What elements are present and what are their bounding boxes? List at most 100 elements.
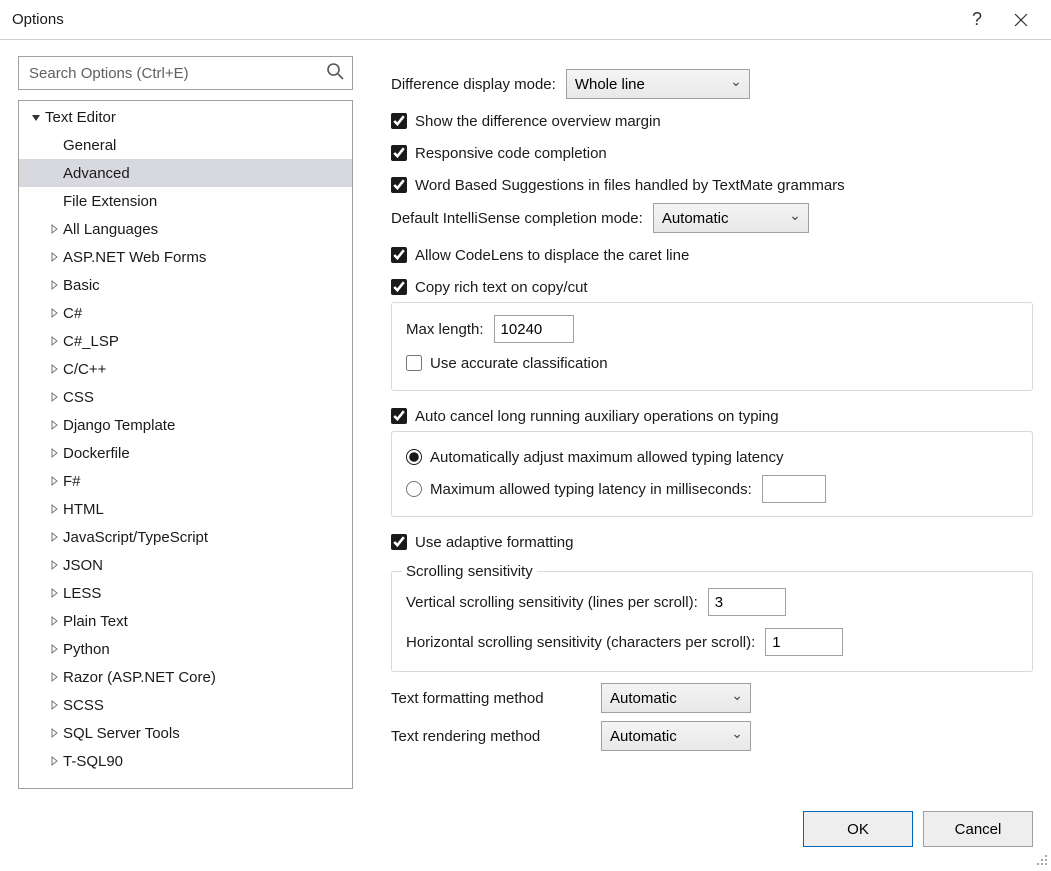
- chevron-right-icon: [47, 644, 61, 654]
- ok-button[interactable]: OK: [803, 811, 913, 847]
- horiz-scroll-label: Horizontal scrolling sensitivity (charac…: [406, 634, 755, 651]
- window-title: Options: [12, 11, 955, 28]
- radio-max-latency[interactable]: Maximum allowed typing latency in millis…: [406, 474, 1022, 504]
- tree-item-label: Basic: [63, 277, 100, 294]
- tree-item-asp-net-web-forms[interactable]: ASP.NET Web Forms: [19, 243, 352, 271]
- text-formatting-select[interactable]: Automatic: [601, 683, 751, 713]
- resize-grip[interactable]: [1033, 851, 1049, 867]
- tree-item-html[interactable]: HTML: [19, 495, 352, 523]
- tree-item-c-c-[interactable]: C/C++: [19, 355, 352, 383]
- tree-item-root[interactable]: Text Editor: [19, 103, 352, 131]
- responsive-completion-input[interactable]: [391, 145, 407, 161]
- max-length-input[interactable]: [494, 315, 574, 343]
- use-accurate-classification-checkbox[interactable]: Use accurate classification: [406, 348, 1022, 378]
- tree-item-razor-asp-net-core-[interactable]: Razor (ASP.NET Core): [19, 663, 352, 691]
- tree-item-javascript-typescript[interactable]: JavaScript/TypeScript: [19, 523, 352, 551]
- responsive-completion-checkbox[interactable]: Responsive code completion: [391, 138, 1033, 168]
- tree-item-dockerfile[interactable]: Dockerfile: [19, 439, 352, 467]
- tree-item-label: C/C++: [63, 361, 106, 378]
- tree-item-f-[interactable]: F#: [19, 467, 352, 495]
- horiz-scroll-input[interactable]: [765, 628, 843, 656]
- allow-codelens-input[interactable]: [391, 247, 407, 263]
- chevron-right-icon: [47, 448, 61, 458]
- tree-item-label: JavaScript/TypeScript: [63, 529, 208, 546]
- tree-item-json[interactable]: JSON: [19, 551, 352, 579]
- show-diff-overview-input[interactable]: [391, 113, 407, 129]
- tree-item-file-extension[interactable]: File Extension: [19, 187, 352, 215]
- tree-item-label: ASP.NET Web Forms: [63, 249, 206, 266]
- chevron-right-icon: [47, 336, 61, 346]
- help-button[interactable]: ?: [955, 0, 999, 40]
- close-button[interactable]: [999, 0, 1043, 40]
- vert-scroll-input[interactable]: [708, 588, 786, 616]
- radio-max-latency-input[interactable]: [406, 481, 422, 497]
- chevron-right-icon: [47, 364, 61, 374]
- tree-item-label: Text Editor: [45, 109, 116, 126]
- tree-item-sql-server-tools[interactable]: SQL Server Tools: [19, 719, 352, 747]
- tree-item-label: General: [63, 137, 116, 154]
- chevron-right-icon: [47, 252, 61, 262]
- search-icon: [326, 62, 344, 84]
- sidebar: Text Editor General Advanced File Extension…: [18, 56, 353, 789]
- tree-item-css[interactable]: CSS: [19, 383, 352, 411]
- options-tree[interactable]: Text Editor General Advanced File Extension…: [18, 100, 353, 789]
- word-based-suggestions-input[interactable]: [391, 177, 407, 193]
- search-input[interactable]: [27, 64, 326, 83]
- copy-rich-text-checkbox[interactable]: Copy rich text on copy/cut: [391, 272, 1033, 302]
- show-diff-overview-checkbox[interactable]: Show the difference overview margin: [391, 106, 1033, 136]
- tree-item-c-lsp[interactable]: C#_LSP: [19, 327, 352, 355]
- text-formatting-row: Text formatting method Automatic: [391, 682, 1033, 714]
- tree-item-label: Dockerfile: [63, 445, 130, 462]
- tree-item-label: Python: [63, 641, 110, 658]
- tree-item-basic[interactable]: Basic: [19, 271, 352, 299]
- tree-item-python[interactable]: Python: [19, 635, 352, 663]
- vert-scroll-label: Vertical scrolling sensitivity (lines pe…: [406, 594, 698, 611]
- allow-codelens-checkbox[interactable]: Allow CodeLens to displace the caret lin…: [391, 240, 1033, 270]
- use-adaptive-formatting-checkbox[interactable]: Use adaptive formatting: [391, 527, 1033, 557]
- radio-auto-latency-input[interactable]: [406, 449, 422, 465]
- tree-item-c-[interactable]: C#: [19, 299, 352, 327]
- tree-item-all-languages[interactable]: All Languages: [19, 215, 352, 243]
- tree-item-label: Django Template: [63, 417, 175, 434]
- tree-item-label: F#: [63, 473, 81, 490]
- content-area: Text Editor General Advanced File Extension…: [0, 40, 1051, 789]
- diff-mode-select[interactable]: Whole line: [566, 69, 750, 99]
- auto-cancel-checkbox[interactable]: Auto cancel long running auxiliary opera…: [391, 401, 1033, 431]
- tree-item-label: Razor (ASP.NET Core): [63, 669, 216, 686]
- copy-rich-text-label: Copy rich text on copy/cut: [415, 279, 588, 296]
- use-accurate-classification-input[interactable]: [406, 355, 422, 371]
- chevron-right-icon: [47, 700, 61, 710]
- settings-panel: Difference display mode: Whole line Show…: [391, 56, 1033, 789]
- dialog-footer: OK Cancel: [0, 789, 1051, 869]
- allow-codelens-label: Allow CodeLens to displace the caret lin…: [415, 247, 689, 264]
- chevron-down-icon: [29, 112, 43, 122]
- chevron-right-icon: [47, 476, 61, 486]
- cancel-button[interactable]: Cancel: [923, 811, 1033, 847]
- intellisense-mode-row: Default IntelliSense completion mode: Au…: [391, 202, 1033, 234]
- use-adaptive-formatting-input[interactable]: [391, 534, 407, 550]
- max-latency-input[interactable]: [762, 475, 826, 503]
- tree-item-label: File Extension: [63, 193, 157, 210]
- tree-item-t-sql90[interactable]: T-SQL90: [19, 747, 352, 775]
- auto-cancel-input[interactable]: [391, 408, 407, 424]
- radio-auto-latency[interactable]: Automatically adjust maximum allowed typ…: [406, 442, 1022, 472]
- chevron-right-icon: [47, 504, 61, 514]
- copy-rich-text-input[interactable]: [391, 279, 407, 295]
- tree-item-label: JSON: [63, 557, 103, 574]
- tree-item-label: T-SQL90: [63, 753, 123, 770]
- titlebar: Options ?: [0, 0, 1051, 40]
- tree-item-plain-text[interactable]: Plain Text: [19, 607, 352, 635]
- word-based-suggestions-checkbox[interactable]: Word Based Suggestions in files handled …: [391, 170, 1033, 200]
- tree-item-advanced[interactable]: Advanced: [19, 159, 352, 187]
- responsive-completion-label: Responsive code completion: [415, 145, 607, 162]
- tree-item-less[interactable]: LESS: [19, 579, 352, 607]
- text-rendering-select[interactable]: Automatic: [601, 721, 751, 751]
- tree-item-general[interactable]: General: [19, 131, 352, 159]
- use-adaptive-formatting-label: Use adaptive formatting: [415, 534, 573, 551]
- text-formatting-label: Text formatting method: [391, 690, 591, 707]
- intellisense-mode-select[interactable]: Automatic: [653, 203, 809, 233]
- search-box[interactable]: [18, 56, 353, 90]
- tree-item-django-template[interactable]: Django Template: [19, 411, 352, 439]
- tree-item-scss[interactable]: SCSS: [19, 691, 352, 719]
- chevron-right-icon: [47, 728, 61, 738]
